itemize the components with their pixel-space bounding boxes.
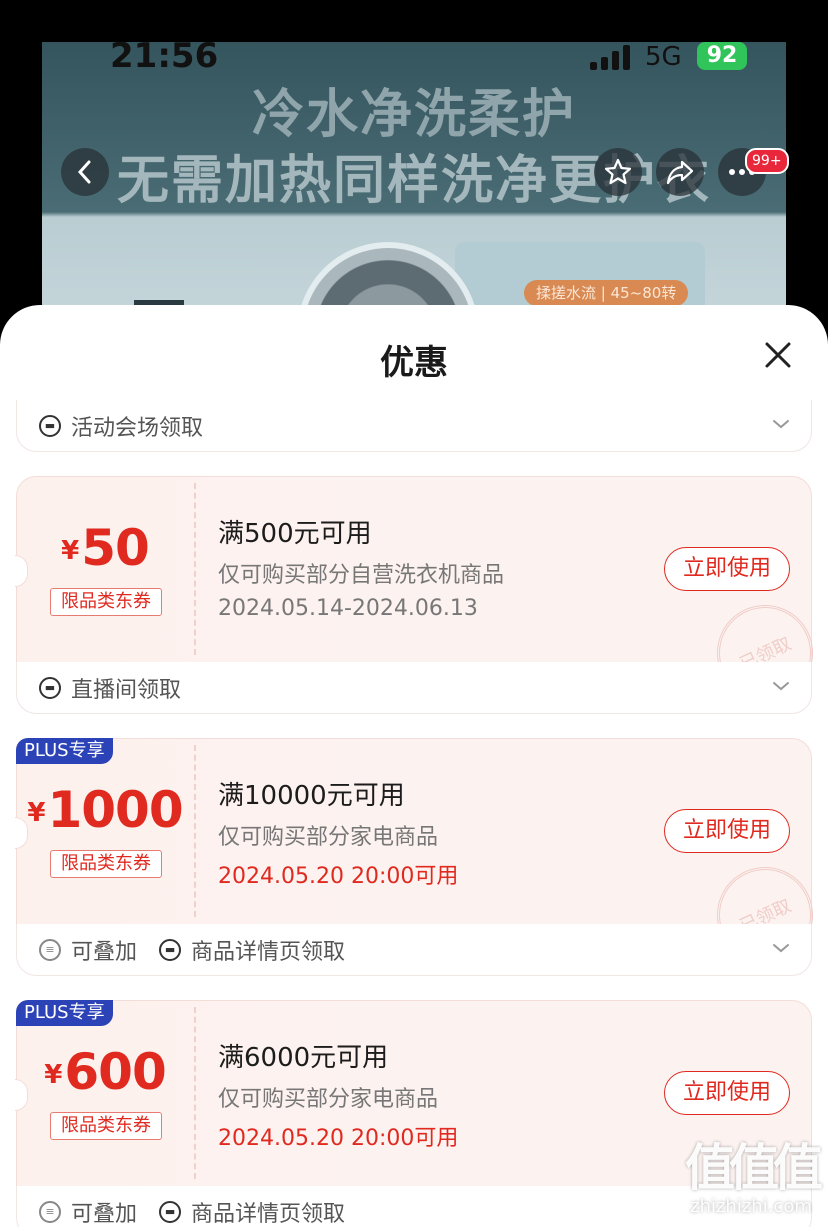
coupon-source-strip[interactable]: ▬ 活动会场领取 — [16, 400, 812, 452]
currency-symbol: ¥ — [44, 1060, 63, 1090]
coupon-divider — [194, 483, 196, 655]
back-button[interactable] — [61, 148, 109, 196]
source-item: ▬ 商品详情页领取 — [159, 934, 345, 966]
coupon-divider — [194, 745, 196, 917]
source-item: ▬ 商品详情页领取 — [159, 1196, 345, 1227]
chevron-down-icon — [773, 944, 789, 953]
share-button[interactable] — [656, 148, 704, 196]
watermark-url: zhizhizhi.com — [690, 1196, 812, 1217]
coupon-type-tag: 限品类东券 — [50, 850, 162, 878]
coupon-card: ¥50 限品类东券 满500元可用 仅可购买部分自营洗衣机商品 2024.05.… — [15, 476, 828, 717]
signal-icon — [590, 44, 630, 70]
battery-indicator: 92 — [697, 42, 747, 70]
chevron-down-icon — [773, 420, 789, 429]
coupon-scope: 仅可购买部分家电商品 — [218, 825, 439, 850]
stack-icon: ≡ — [39, 1200, 61, 1223]
stackable-item: ≡ 可叠加 — [39, 934, 137, 966]
ticket-icon: ▬ — [159, 1200, 182, 1223]
use-now-button[interactable]: 立即使用 — [664, 1071, 790, 1115]
currency-symbol: ¥ — [61, 536, 80, 566]
chevron-left-icon — [77, 160, 91, 184]
status-bar: 21:56 5G 92 — [0, 0, 828, 90]
amount-value: 50 — [81, 519, 150, 577]
favorite-button[interactable] — [594, 148, 642, 196]
close-button[interactable] — [758, 335, 798, 375]
stack-icon: ≡ — [39, 938, 61, 961]
status-time: 21:56 — [110, 36, 219, 76]
coupon-validity: 2024.05.14-2024.06.13 — [218, 596, 478, 621]
source-label: 商品详情页领取 — [191, 1201, 346, 1227]
plus-exclusive-tag: PLUS专享 — [16, 738, 113, 764]
discount-sheet: 优惠 ▬ 活动会场领取 ¥50 限品类东券 满500元可用 仅可购买部分自营洗衣 — [0, 305, 828, 1227]
star-icon — [604, 158, 632, 185]
amount-value: 1000 — [47, 781, 183, 839]
stackable-label: 可叠加 — [71, 939, 138, 965]
source-item: ▬ 直播间领取 — [39, 672, 181, 704]
coupon-validity: 2024.05.20 20:00可用 — [218, 1126, 459, 1151]
battery-level: 92 — [706, 43, 738, 68]
coupon-amount: ¥1000 — [17, 781, 193, 839]
plus-exclusive-tag: PLUS专享 — [16, 1000, 113, 1026]
use-now-button[interactable]: 立即使用 — [664, 809, 790, 853]
coupon-type-tag: 限品类东券 — [50, 588, 162, 616]
site-watermark: 值值值 zhizhizhi.com — [676, 1140, 826, 1217]
stackable-label: 可叠加 — [71, 1201, 138, 1227]
stackable-item: ≡ 可叠加 — [39, 1196, 137, 1227]
share-icon — [666, 160, 694, 185]
amount-value: 600 — [64, 1043, 166, 1101]
coupon-condition: 满6000元可用 — [218, 1043, 389, 1073]
coupon-source-strip[interactable]: ≡ 可叠加 ▬ 商品详情页领取 — [16, 924, 812, 976]
coupon-scope: 仅可购买部分家电商品 — [218, 1087, 439, 1112]
close-icon — [765, 342, 791, 368]
coupon-condition: 满10000元可用 — [218, 781, 405, 811]
coupon-validity: 2024.05.20 20:00可用 — [218, 864, 459, 889]
coupon-source-strip[interactable]: ▬ 直播间领取 — [16, 662, 812, 714]
network-type: 5G — [645, 42, 682, 72]
currency-symbol: ¥ — [27, 798, 46, 828]
chevron-down-icon — [773, 682, 789, 691]
coupon-type-tag: 限品类东券 — [50, 1112, 162, 1140]
notification-badge: 99+ — [745, 148, 789, 174]
source-label: 直播间领取 — [71, 677, 182, 703]
source-label: 活动会场领取 — [71, 415, 204, 441]
sheet-title: 优惠 — [380, 343, 448, 383]
ticket-icon: ▬ — [39, 414, 61, 437]
source-label: 商品详情页领取 — [191, 939, 346, 965]
coupon-divider — [194, 1007, 196, 1179]
coupon-amount: ¥50 — [17, 519, 193, 577]
ticket-icon: ▬ — [39, 676, 61, 699]
watermark-logo: 值值值 — [685, 1139, 823, 1197]
use-now-button[interactable]: 立即使用 — [664, 547, 790, 591]
coupon-condition: 满500元可用 — [218, 519, 372, 549]
source-item: ▬ 活动会场领取 — [39, 410, 203, 442]
coupon-list: ▬ 活动会场领取 ¥50 限品类东券 满500元可用 仅可购买部分自营洗衣机商品… — [15, 400, 828, 1227]
ticket-icon: ▬ — [159, 938, 182, 961]
feature-pill: 揉搓水流 | 45~80转 — [524, 280, 689, 306]
coupon-card: PLUS专享 ¥1000 限品类东券 满10000元可用 仅可购买部分家电商品 … — [15, 738, 828, 979]
coupon-amount: ¥600 — [17, 1043, 193, 1101]
coupon-scope: 仅可购买部分自营洗衣机商品 — [218, 563, 505, 588]
